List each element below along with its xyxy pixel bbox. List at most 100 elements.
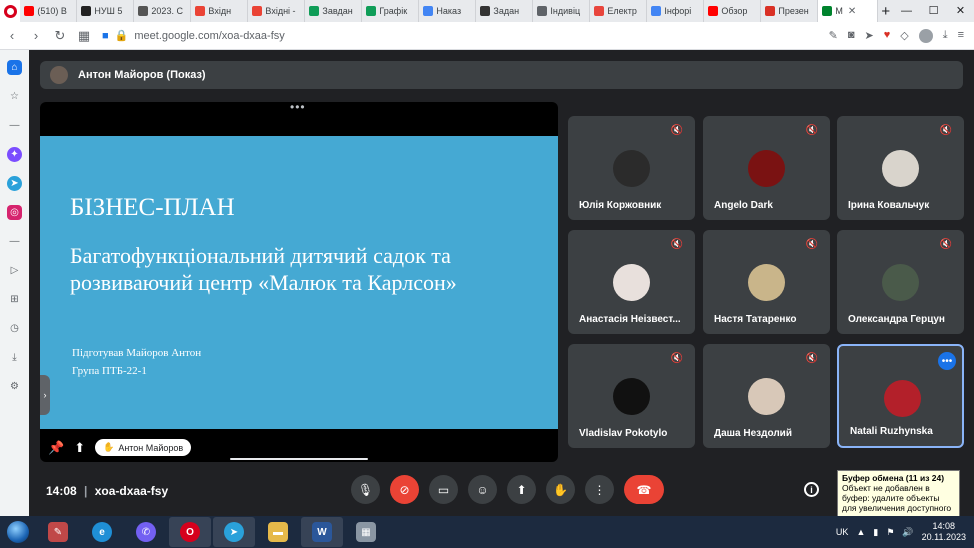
browser-tab[interactable]: Завдан	[305, 0, 363, 22]
presenter-label: Антон Майоров (Показ)	[78, 69, 206, 81]
start-button[interactable]	[0, 516, 36, 548]
instagram-icon[interactable]: ◎	[7, 205, 22, 220]
browser-tab[interactable]: Задан	[476, 0, 534, 22]
microphone-button[interactable]: 🎙	[351, 475, 380, 504]
url-field[interactable]: ■ 🔒 meet.google.com/xoa-dxaa-fsy	[102, 29, 829, 43]
browser-tab[interactable]: Наказ	[419, 0, 477, 22]
settings-icon[interactable]: ⚙	[7, 379, 22, 394]
participant-tile[interactable]: 🔇 Настя Татаренко	[703, 230, 830, 334]
browser-tab[interactable]: Електр	[590, 0, 648, 22]
taskbar-word[interactable]: W	[301, 517, 343, 547]
info-icon[interactable]: i	[804, 482, 819, 497]
leave-call-button[interactable]: ☎	[624, 475, 664, 504]
meet-area: Антон Майоров (Показ) ••• БІЗНЕС-ПЛАН Ба…	[29, 50, 974, 516]
tray-up-icon[interactable]: ▲	[856, 527, 865, 537]
browser-tab[interactable]: М ✕	[818, 0, 879, 22]
minus-icon-2[interactable]: —	[7, 234, 22, 249]
taskbar-calculator[interactable]: ▦	[345, 517, 387, 547]
participant-tile[interactable]: 🔇 Анастасія Неізвест...	[568, 230, 695, 334]
present-button[interactable]: ⬆	[507, 475, 536, 504]
menu-icon[interactable]: ≡	[958, 29, 964, 43]
present-screen-icon[interactable]: ⬆	[74, 440, 85, 456]
download-icon[interactable]: ⤓	[943, 29, 948, 43]
new-tab-button[interactable]: +	[878, 3, 893, 20]
back-icon[interactable]: ‹	[0, 28, 24, 43]
presentation-stage[interactable]: ••• БІЗНЕС-ПЛАН Багатофункціональний дит…	[40, 102, 558, 462]
forward-icon[interactable]: ›	[24, 28, 48, 43]
minimize-icon[interactable]: —	[893, 0, 920, 22]
apps-icon[interactable]: ⊞	[7, 292, 22, 307]
meeting-code: xoa-dxaa-fsy	[94, 484, 169, 498]
participant-tile[interactable]: 🔇 Юлія Коржовник	[568, 116, 695, 220]
flag-icon[interactable]: ⚑	[886, 527, 894, 538]
camera-off-button[interactable]: ⊘	[390, 475, 419, 504]
player-icon[interactable]: ▷	[7, 263, 22, 278]
more-options-button[interactable]: ⋮	[585, 475, 614, 504]
participant-tile[interactable]: ••• Natali Ruzhynska	[837, 344, 964, 448]
taskbar-viber[interactable]: ✆	[125, 517, 167, 547]
heart-icon[interactable]: ♥	[884, 29, 891, 43]
tile-more-options-icon[interactable]: •••	[938, 352, 956, 370]
presenter-name-pill: ✋ Антон Майоров	[95, 439, 192, 456]
send-icon[interactable]: ➤	[864, 29, 873, 43]
browser-tab[interactable]: НУШ 5	[77, 0, 135, 22]
profile-avatar[interactable]	[918, 28, 933, 43]
pin-icon[interactable]: 📌	[48, 440, 64, 456]
taskbar-opera[interactable]: O	[169, 517, 211, 547]
maximize-icon[interactable]: ☐	[920, 0, 947, 22]
tab-label: Завдан	[322, 6, 353, 16]
browser-tab[interactable]: 2023. С	[134, 0, 192, 22]
taskbar-time: 14:08	[932, 521, 956, 531]
history-icon[interactable]: ◷	[7, 321, 22, 336]
participant-tile[interactable]: 🔇 Angelo Dark	[703, 116, 830, 220]
close-window-icon[interactable]: ✕	[947, 0, 974, 22]
reactions-button[interactable]: ☺	[468, 475, 497, 504]
browser-tab[interactable]: Презен	[761, 0, 819, 22]
tab-label: (510) В	[37, 6, 67, 16]
browser-tab[interactable]: (510) В	[20, 0, 78, 22]
volume-icon[interactable]: 🔊	[902, 527, 913, 538]
taskbar-explorer[interactable]: ▬	[257, 517, 299, 547]
expand-panel-icon[interactable]: ›	[40, 375, 50, 415]
participant-avatar	[613, 378, 650, 415]
reload-icon[interactable]: ↻	[48, 28, 72, 44]
messenger-icon[interactable]: ✦	[7, 147, 22, 162]
tab-close-icon[interactable]: ✕	[848, 6, 856, 17]
tab-favicon-icon	[537, 6, 548, 16]
browser-tab[interactable]: Вхідні -	[248, 0, 306, 22]
opera-icon: O	[180, 522, 200, 542]
presenter-bar: Антон Майоров (Показ)	[40, 61, 963, 89]
home-icon[interactable]: ⌂	[7, 60, 22, 75]
browser-tab[interactable]: Індивіц	[533, 0, 591, 22]
browser-tab[interactable]: Обзор	[704, 0, 762, 22]
participant-tile[interactable]: 🔇 Олександра Герцун	[837, 230, 964, 334]
opera-logo-icon[interactable]	[0, 0, 21, 22]
taskbar-paint[interactable]: ✎	[37, 517, 79, 547]
participant-tile[interactable]: 🔇 Ірина Ковальчук	[837, 116, 964, 220]
participant-name: Angelo Dark	[714, 200, 773, 211]
tabs-grid-icon[interactable]: ▦	[72, 28, 96, 44]
downloads-icon[interactable]: ⤓	[7, 350, 22, 365]
stage-options-icon[interactable]: •••	[290, 102, 306, 114]
participant-tile[interactable]: 🔇 Даша Нездолий	[703, 344, 830, 448]
language-indicator[interactable]: UK	[836, 527, 849, 537]
captions-button[interactable]: ▭	[429, 475, 458, 504]
participant-tile[interactable]: 🔇 Vladislav Pokotylo	[568, 344, 695, 448]
taskbar-edge[interactable]: e	[81, 517, 123, 547]
stage-scrollbar[interactable]	[230, 458, 368, 460]
telegram-icon[interactable]: ➤	[7, 176, 22, 191]
raise-hand-button[interactable]: ✋	[546, 475, 575, 504]
snapshot-icon[interactable]: ◙	[848, 29, 855, 43]
taskbar-clock[interactable]: 14:08 20.11.2023	[922, 521, 966, 543]
captions-icon: ▭	[437, 482, 450, 497]
clipboard-notification[interactable]: Буфер обмена (11 из 24) Объект не добавл…	[837, 470, 960, 523]
star-icon[interactable]: ☆	[7, 89, 22, 104]
browser-tab[interactable]: Вхідн	[191, 0, 249, 22]
cube-icon[interactable]: ◇	[900, 29, 908, 43]
network-icon[interactable]: ▮	[873, 527, 878, 538]
edit-icon[interactable]: ✎	[829, 29, 838, 43]
browser-tab[interactable]: Інфорі	[647, 0, 705, 22]
browser-tab[interactable]: Графік	[362, 0, 420, 22]
taskbar-telegram[interactable]: ➤	[213, 517, 255, 547]
minus-icon[interactable]: —	[7, 118, 22, 133]
